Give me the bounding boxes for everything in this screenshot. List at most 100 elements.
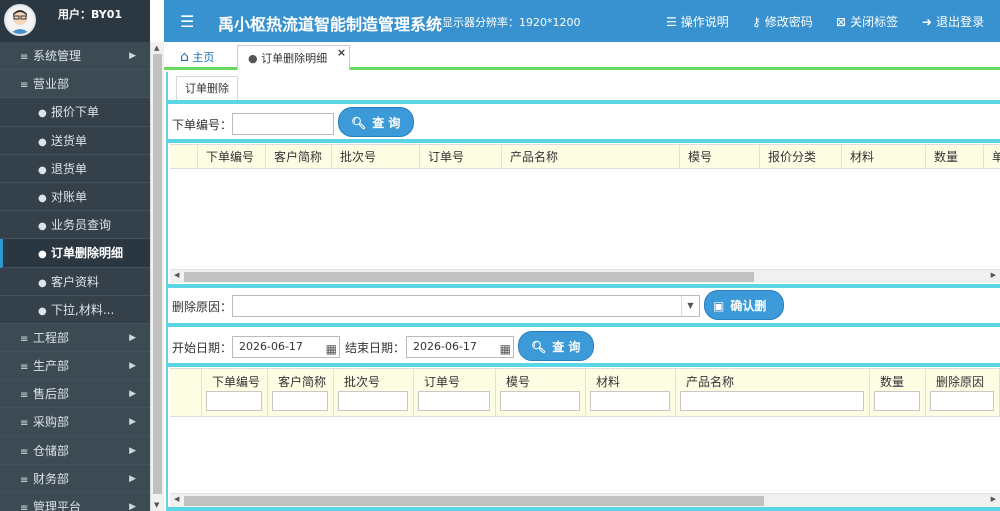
divider bbox=[168, 100, 1000, 104]
column-header[interactable]: 单 bbox=[984, 145, 1000, 169]
sidebar-item[interactable]: ● 业务员查询 bbox=[0, 211, 150, 240]
sidebar-item[interactable]: ≡ 财务部 ▶ bbox=[0, 465, 150, 493]
orders-grid-hscrollbar[interactable]: ◀ ▶ bbox=[170, 269, 1000, 283]
column-header[interactable]: 批次号 bbox=[332, 145, 420, 169]
chevron-down-icon[interactable]: ▼ bbox=[681, 296, 699, 316]
divider bbox=[168, 139, 1000, 143]
main-content: 订单删除 下单编号： 🔍︎ 查 询 下单编号 客户简称 批次号 订单号 产品名称 模号 报价分… bbox=[166, 72, 1000, 511]
sidebar-item[interactable]: ● 下拉,材料... bbox=[0, 295, 150, 324]
column-header[interactable]: 模号 bbox=[680, 145, 760, 169]
sidebar-item[interactable]: ≡ 营业部 bbox=[0, 70, 150, 99]
sidebar-item[interactable]: ● 退货单 bbox=[0, 154, 150, 183]
menu-toggle-icon[interactable]: ☰ bbox=[180, 12, 194, 31]
subtab-order-delete[interactable]: 订单删除 bbox=[176, 76, 238, 100]
column-header-label[interactable]: 下单编号 bbox=[212, 373, 260, 390]
sidebar-item[interactable]: ● 客户资料 bbox=[0, 267, 150, 296]
sidebar-item[interactable]: ● 对账单 bbox=[0, 182, 150, 212]
search-button-label: 查 询 bbox=[372, 116, 401, 130]
column-filter-input[interactable] bbox=[338, 391, 408, 411]
column-header-label[interactable]: 模号 bbox=[506, 373, 530, 390]
scrollbar-thumb[interactable] bbox=[184, 496, 764, 506]
tab-order-delete-detail[interactable]: ● 订单删除明细 × bbox=[237, 45, 351, 70]
column-filter-input[interactable] bbox=[418, 391, 490, 411]
column-filter-input[interactable] bbox=[272, 391, 328, 411]
column-header[interactable]: 订单号 bbox=[420, 145, 502, 169]
sidebar-item[interactable]: ≡ 生产部 ▶ bbox=[0, 352, 150, 381]
sidebar-scrollbar[interactable]: ▲ ▼ bbox=[150, 42, 164, 511]
help-label: 操作说明 bbox=[680, 15, 729, 29]
end-date-input[interactable]: 2026-06-17 ▦ bbox=[406, 336, 514, 358]
calendar-icon[interactable]: ▦ bbox=[326, 339, 337, 359]
chevron-right-icon: ▶ bbox=[129, 473, 136, 484]
column-header[interactable]: 材料 bbox=[842, 145, 926, 169]
column-header-label[interactable]: 删除原因 bbox=[936, 373, 984, 390]
resolution-text: 显示器分辨率：1920*1200 bbox=[442, 16, 581, 29]
close-tabs-link[interactable]: ⊠ 关闭标签 bbox=[836, 13, 898, 30]
start-date-value: 2026-06-17 bbox=[239, 340, 303, 353]
sidebar-item[interactable]: ≡ 售后部 ▶ bbox=[0, 380, 150, 409]
sidebar-item-label: 管理平台 bbox=[33, 500, 82, 511]
sidebar-item[interactable]: ≡ 采购部 ▶ bbox=[0, 408, 150, 437]
avatar[interactable] bbox=[4, 4, 36, 36]
date-search-button[interactable]: 🔍︎ 查 询 bbox=[518, 331, 594, 361]
scroll-right-icon[interactable]: ▶ bbox=[991, 495, 996, 503]
scrollbar-thumb[interactable] bbox=[153, 54, 162, 494]
sidebar-item[interactable]: ≡ 仓储部 ▶ bbox=[0, 437, 150, 465]
column-filter-input[interactable] bbox=[680, 391, 864, 411]
column-filter-input[interactable] bbox=[590, 391, 670, 411]
column-header-label[interactable]: 产品名称 bbox=[686, 373, 734, 390]
column-header[interactable]: 数量 bbox=[926, 145, 984, 169]
sidebar-menu: ≡ 系统管理 ▶ ≡ 营业部 ● 报价下单 ● 送货单 ● 退货单 ● 对账单 ● 业务员查询 ● 订单删除明细… bbox=[0, 42, 150, 511]
sidebar-item[interactable]: ● 送货单 bbox=[0, 126, 150, 155]
column-header[interactable]: 产品名称 bbox=[502, 145, 680, 169]
column-header-label[interactable]: 客户简称 bbox=[278, 373, 326, 390]
close-box-icon: ⊠ bbox=[836, 15, 847, 29]
sidebar-item[interactable]: ● 订单删除明细 bbox=[0, 239, 150, 268]
order-no-label: 下单编号： bbox=[172, 118, 233, 132]
scroll-right-icon[interactable]: ▶ bbox=[991, 271, 996, 279]
sidebar-item-label: 售后部 bbox=[33, 387, 70, 402]
app-title: 禹小枢热流道智能制造管理系统 bbox=[218, 15, 443, 34]
column-filter-input[interactable] bbox=[874, 391, 920, 411]
user-icon: ● bbox=[38, 108, 47, 120]
scroll-up-icon[interactable]: ▲ bbox=[154, 44, 159, 52]
start-date-input[interactable]: 2026-06-17 ▦ bbox=[232, 336, 340, 358]
column-filter-input[interactable] bbox=[930, 391, 994, 411]
column-header-label[interactable]: 批次号 bbox=[344, 373, 380, 390]
column-filter-input[interactable] bbox=[206, 391, 262, 411]
column-header-label[interactable]: 数量 bbox=[880, 373, 904, 390]
column-header[interactable]: 下单编号 bbox=[198, 145, 266, 169]
column-header[interactable]: 客户简称 bbox=[266, 145, 332, 169]
sidebar-item-label: 退货单 bbox=[51, 161, 88, 176]
column-header-label[interactable]: 订单号 bbox=[424, 373, 460, 390]
sidebar-item-label: 客户资料 bbox=[51, 274, 100, 289]
scrollbar-thumb[interactable] bbox=[184, 272, 754, 282]
scroll-down-icon[interactable]: ▼ bbox=[154, 501, 159, 509]
order-no-input[interactable] bbox=[232, 113, 334, 135]
deleted-orders-grid-hscrollbar[interactable]: ◀ ▶ bbox=[170, 493, 1000, 507]
close-icon[interactable]: × bbox=[337, 40, 346, 65]
delete-reason-select[interactable]: ▼ bbox=[232, 295, 700, 317]
confirm-delete-button[interactable]: ▣ 确认删除 bbox=[704, 290, 784, 343]
sidebar-item-label: 营业部 bbox=[33, 77, 70, 92]
sidebar-item-label: 下拉,材料... bbox=[51, 302, 115, 317]
column-header-label[interactable]: 材料 bbox=[596, 373, 620, 390]
sidebar-item[interactable]: ≡ 管理平台 ▶ bbox=[0, 493, 150, 511]
column-filter-input[interactable] bbox=[500, 391, 580, 411]
sidebar-item[interactable]: ≡ 工程部 ▶ bbox=[0, 324, 150, 353]
logout-link[interactable]: ➜ 退出登录 bbox=[922, 13, 984, 30]
tab-home[interactable]: ⌂ 主页 bbox=[170, 45, 224, 70]
sidebar-item-label: 系统管理 bbox=[33, 49, 82, 63]
scroll-left-icon[interactable]: ◀ bbox=[174, 495, 179, 503]
search-button[interactable]: 🔍︎ 查 询 bbox=[338, 107, 414, 137]
calendar-icon[interactable]: ▦ bbox=[500, 339, 511, 359]
wrench-icon: ⚷ bbox=[752, 15, 761, 29]
row-number-header bbox=[170, 369, 202, 417]
change-password-link[interactable]: ⚷ 修改密码 bbox=[752, 13, 813, 30]
column-header[interactable]: 报价分类 bbox=[760, 145, 842, 169]
sidebar-item[interactable]: ≡ 系统管理 ▶ bbox=[0, 42, 150, 71]
scroll-left-icon[interactable]: ◀ bbox=[174, 271, 179, 279]
sidebar-item-label: 订单删除明细 bbox=[51, 246, 124, 261]
help-link[interactable]: ☰ 操作说明 bbox=[666, 13, 729, 30]
sidebar-item[interactable]: ● 报价下单 bbox=[0, 98, 150, 127]
